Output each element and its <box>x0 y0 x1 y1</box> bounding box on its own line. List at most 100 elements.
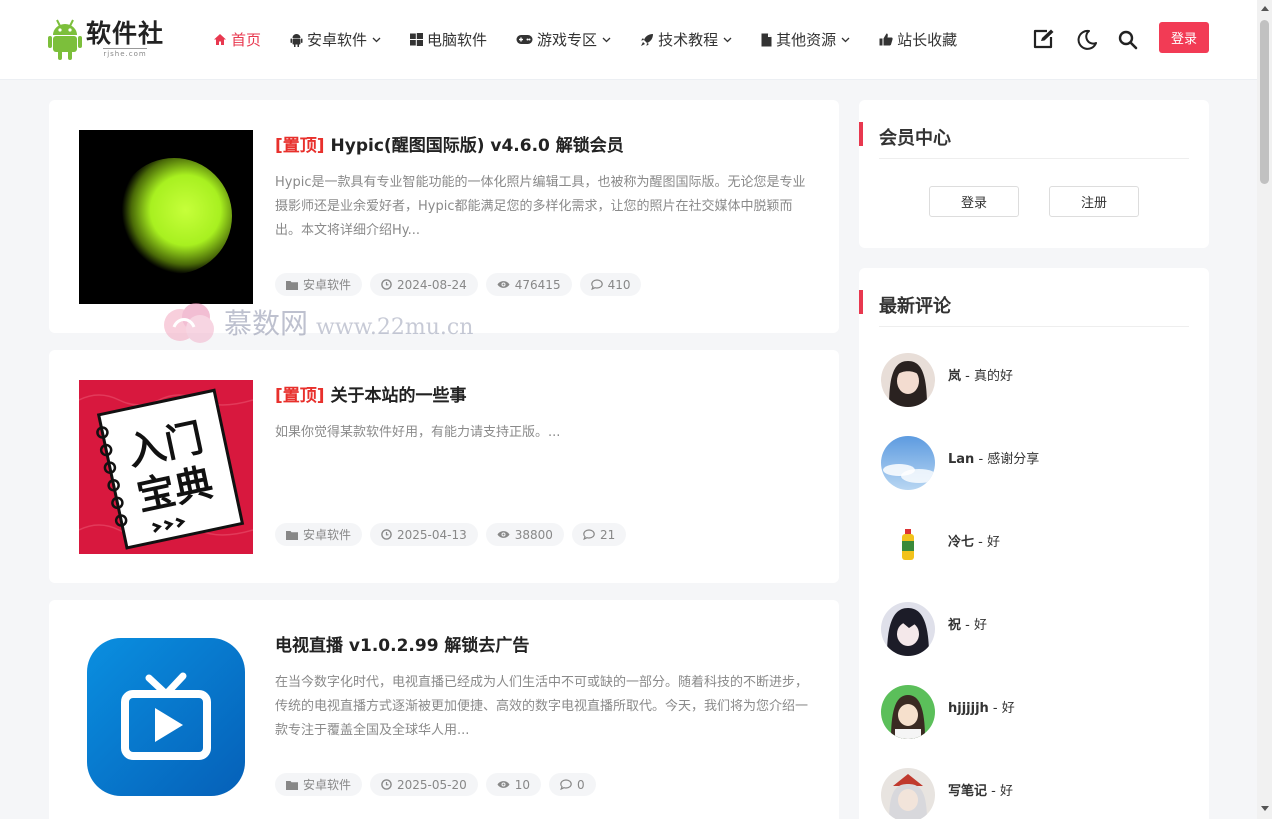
widget-title: 会员中心 <box>879 128 951 149</box>
post-title-text[interactable]: Hypic(醒图国际版) v4.6.0 解锁会员 <box>331 136 624 156</box>
nav-item-label: 技术教程 <box>658 31 719 49</box>
post-meta: 安卓软件 2024-08-24 476415 410 <box>275 273 649 296</box>
chevron-down-icon <box>602 37 611 42</box>
comment-icon <box>560 779 572 790</box>
comment-item[interactable]: 祝 - 好 <box>881 601 987 657</box>
avatar[interactable] <box>881 685 935 739</box>
member-center-widget: 会员中心 登录 注册 <box>859 100 1209 248</box>
comment-content: 好 <box>1001 700 1015 716</box>
comment-item[interactable]: 岚 - 真的好 <box>881 352 1013 408</box>
nav-item-label: 安卓软件 <box>307 31 368 49</box>
divider <box>879 326 1189 327</box>
post-title-text[interactable]: 电视直播 v1.0.2.99 解锁去广告 <box>275 636 529 656</box>
clock-icon <box>381 279 392 290</box>
sidebar-register-button[interactable]: 注册 <box>1049 186 1139 217</box>
edit-icon[interactable] <box>1032 28 1056 50</box>
category-chip[interactable]: 安卓软件 <box>275 523 363 546</box>
eye-icon <box>497 531 510 538</box>
android-logo-icon <box>48 19 82 60</box>
comment-user[interactable]: 写笔记 <box>948 784 987 799</box>
category-label: 安卓软件 <box>303 778 352 792</box>
category-chip[interactable]: 安卓软件 <box>275 773 363 796</box>
scroll-down-arrow-icon[interactable] <box>1261 806 1269 811</box>
nav-item-favorites[interactable]: 站长收藏 <box>879 29 957 50</box>
scroll-thumb[interactable] <box>1260 20 1269 184</box>
comment-icon <box>590 279 603 290</box>
latest-comments-widget: 最新评论 岚 - 真的好 Lan - 感谢分享 冷七 - 好 祝 - 好 hjj… <box>859 268 1209 819</box>
nav-item-label: 站长收藏 <box>897 31 958 49</box>
views-label: 10 <box>514 777 531 792</box>
book-icon: 入门 宝典 <box>79 380 253 554</box>
pinned-tag: [置顶] <box>275 136 325 156</box>
scroll-up-arrow-icon[interactable] <box>1261 6 1269 11</box>
search-icon[interactable] <box>1118 30 1138 50</box>
post-card[interactable]: 入门 宝典 [置顶] 关于本站的一些事 如果你觉得某款软件好用，有能力请支持正版。… <box>49 350 839 583</box>
comments-chip[interactable]: 410 <box>579 273 642 296</box>
comment-user[interactable]: Lan <box>948 452 974 467</box>
comment-user[interactable]: hjjjjjh <box>948 701 989 716</box>
nav-item-label: 电脑软件 <box>427 31 488 49</box>
windows-icon <box>410 33 424 46</box>
site-logo[interactable]: 软件社 rjshe.com <box>48 18 164 60</box>
file-icon <box>761 33 772 46</box>
nav-item-tutorials[interactable]: 技术教程 <box>640 29 732 50</box>
post-thumbnail[interactable] <box>79 630 253 804</box>
category-chip[interactable]: 安卓软件 <box>275 273 363 296</box>
post-title[interactable]: [置顶] 关于本站的一些事 <box>275 381 467 406</box>
avatar[interactable] <box>881 519 935 573</box>
post-excerpt: 如果你觉得某款软件好用，有能力请支持正版。... <box>275 425 561 440</box>
avatar[interactable] <box>881 602 935 656</box>
nav-item-label: 游戏专区 <box>537 31 598 49</box>
post-title[interactable]: [置顶] Hypic(醒图国际版) v4.6.0 解锁会员 <box>275 131 624 156</box>
post-thumbnail[interactable]: 入门 宝典 <box>79 380 253 554</box>
dark-mode-icon[interactable] <box>1077 29 1098 50</box>
nav-item-android[interactable]: 安卓软件 <box>290 29 381 50</box>
comment-content: 好 <box>999 783 1013 799</box>
android-icon <box>290 33 303 47</box>
rocket-icon <box>641 33 654 46</box>
avatar[interactable] <box>881 436 935 490</box>
date-label: 2024-08-24 <box>397 277 467 292</box>
comments-chip[interactable]: 21 <box>571 523 627 546</box>
post-title[interactable]: 电视直播 v1.0.2.99 解锁去广告 <box>275 631 529 656</box>
comment-content: 真的好 <box>973 368 1013 384</box>
comment-item[interactable]: Lan - 感谢分享 <box>881 435 1039 491</box>
eye-icon <box>497 781 510 788</box>
nav-item-games[interactable]: 游戏专区 <box>516 29 611 50</box>
header-login-button[interactable]: 登录 <box>1159 22 1209 53</box>
widget-accent-bar <box>859 290 863 314</box>
chevron-down-icon <box>723 37 732 42</box>
nav-item-pc[interactable]: 电脑软件 <box>410 29 487 50</box>
thumbs-up-icon <box>879 33 893 46</box>
comment-user[interactable]: 冷七 <box>948 535 974 550</box>
comments-chip[interactable]: 0 <box>549 773 596 796</box>
post-meta: 安卓软件 2025-04-13 38800 21 <box>275 523 634 546</box>
avatar[interactable] <box>881 768 935 819</box>
post-card[interactable]: 电视直播 v1.0.2.99 解锁去广告 在当今数字化时代，电视直播已经成为人们… <box>49 600 839 819</box>
post-thumbnail[interactable] <box>79 130 253 304</box>
views-label: 38800 <box>514 527 553 542</box>
widget-accent-bar <box>859 122 863 146</box>
comment-item[interactable]: hjjjjjh - 好 <box>881 684 1015 740</box>
comment-item[interactable]: 冷七 - 好 <box>881 518 1000 574</box>
folder-icon <box>286 780 298 790</box>
post-title-text[interactable]: 关于本站的一些事 <box>331 386 467 406</box>
comment-content: 好 <box>986 534 1000 550</box>
logo-domain: rjshe.com <box>103 48 147 58</box>
comment-user[interactable]: 祝 <box>948 618 961 633</box>
nav-item-home[interactable]: 首页 <box>213 29 261 50</box>
nav-item-other[interactable]: 其他资源 <box>761 29 850 50</box>
comments-label: 21 <box>599 527 616 542</box>
main-nav: 首页 安卓软件 电脑软件 游戏专区 技术教程 其他资源 站长收藏 <box>213 29 986 50</box>
home-icon <box>214 34 226 45</box>
nav-item-label: 其他资源 <box>776 31 837 49</box>
divider <box>879 158 1189 159</box>
comment-item[interactable]: 写笔记 - 好 <box>881 767 1013 819</box>
sidebar-login-button[interactable]: 登录 <box>929 186 1019 217</box>
avatar[interactable] <box>881 353 935 407</box>
widget-title: 最新评论 <box>879 296 951 317</box>
post-excerpt: 在当今数字化时代，电视直播已经成为人们生活中不可或缺的一部分。随着科技的不断进步… <box>275 675 809 738</box>
page-scrollbar[interactable] <box>1257 0 1272 819</box>
comment-user[interactable]: 岚 <box>948 369 961 384</box>
hypic-logo-icon <box>79 130 253 304</box>
